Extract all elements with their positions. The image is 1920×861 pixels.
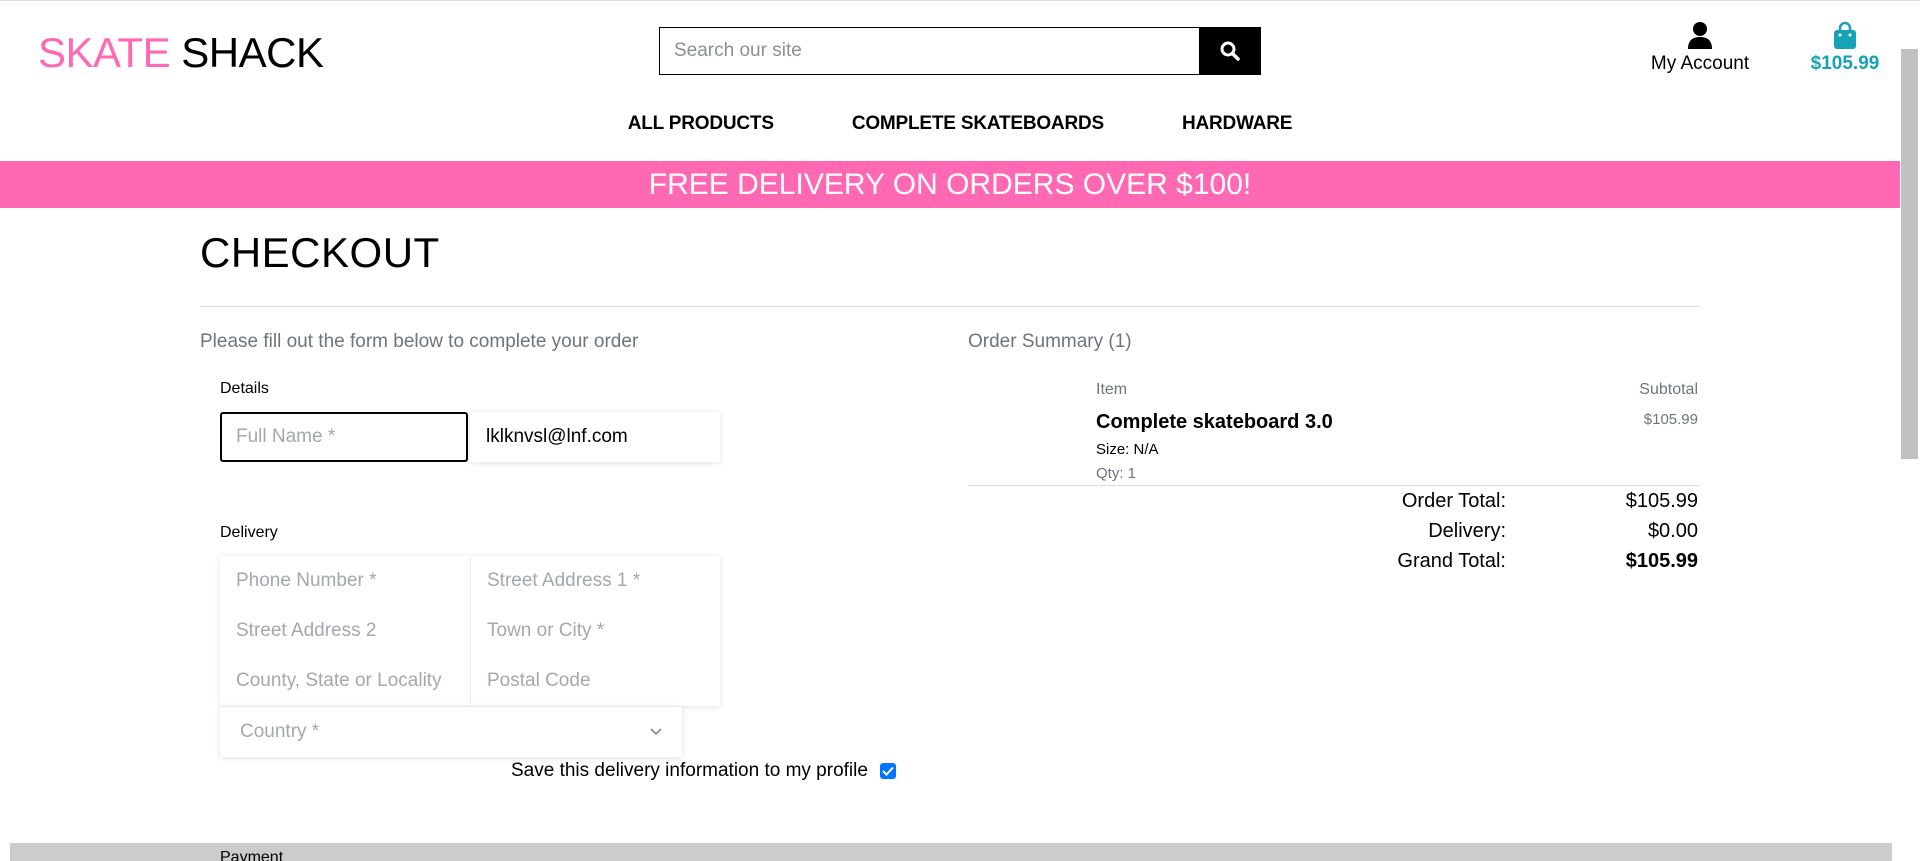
save-info-row: Save this delivery information to my pro… (511, 760, 896, 782)
summary-divider (968, 485, 1700, 486)
search-input[interactable] (659, 27, 1199, 75)
my-account-label: My Account (1650, 53, 1750, 74)
order-total-label: Order Total: (1401, 490, 1506, 512)
order-summary-title: Order Summary (1) (968, 331, 1132, 352)
grand-total-value: $105.99 (1625, 550, 1698, 572)
save-info-label: Save this delivery information to my pro… (511, 760, 868, 781)
item-size: Size: N/A (1096, 441, 1159, 458)
phone-field[interactable]: Phone Number * (220, 556, 470, 606)
postcode-field[interactable]: Postal Code (471, 656, 720, 706)
logo-shack: SHACK (181, 29, 324, 76)
checkout-intro: Please fill out the form below to comple… (200, 331, 639, 352)
search-button[interactable] (1199, 27, 1261, 75)
street-address-2-field[interactable]: Street Address 2 (220, 606, 470, 656)
bag-total: $105.99 (1810, 53, 1880, 74)
user-icon (1688, 22, 1712, 49)
page-title: CHECKOUT (200, 229, 440, 276)
checkmark-icon (882, 766, 894, 776)
item-qty: Qty: 1 (1096, 465, 1137, 482)
checkout-page: SKATE SHACK My Account $105.99 ALL PRODU… (0, 0, 1920, 861)
town-field[interactable]: Town or City * (471, 606, 720, 656)
logo-skate: SKATE (38, 29, 171, 76)
delivery-banner: FREE DELIVERY ON ORDERS OVER $100! (0, 161, 1900, 208)
search-form (659, 27, 1261, 75)
chevron-down-icon (650, 728, 662, 736)
delivery-value: $0.00 (1647, 520, 1698, 542)
main-nav: ALL PRODUCTS COMPLETE SKATEBOARDS HARDWA… (0, 113, 1920, 135)
details-legend: Details (220, 380, 269, 397)
save-info-checkbox[interactable] (879, 763, 896, 779)
my-account-link[interactable]: My Account (1642, 21, 1758, 75)
order-total-value: $105.99 (1625, 490, 1698, 512)
email-field[interactable]: lklknvsl@lnf.com (470, 412, 720, 462)
nav-all-products[interactable]: ALL PRODUCTS (628, 113, 774, 135)
delivery-label: Delivery: (1428, 520, 1506, 542)
field-divider (470, 556, 471, 706)
col-item-header: Item (1096, 381, 1128, 398)
delivery-fields: Phone Number * Street Address 1 * Street… (220, 556, 720, 706)
county-field[interactable]: County, State or Locality (220, 656, 470, 706)
title-divider (200, 306, 1700, 307)
delivery-legend: Delivery (220, 524, 278, 541)
site-logo[interactable]: SKATE SHACK (38, 29, 324, 77)
nav-complete-skateboards[interactable]: COMPLETE SKATEBOARDS (852, 113, 1104, 135)
shopping-bag-icon (1834, 21, 1856, 49)
nav-hardware[interactable]: HARDWARE (1182, 113, 1292, 135)
item-subtotal: $105.99 (1643, 411, 1698, 428)
country-select-value: Country * (240, 721, 320, 742)
item-name: Complete skateboard 3.0 (1096, 411, 1333, 433)
grand-total-label: Grand Total: (1397, 550, 1506, 572)
shopping-bag-link[interactable]: $105.99 (1800, 21, 1890, 75)
col-subtotal-header: Subtotal (1639, 381, 1698, 398)
payment-legend: Payment (220, 849, 284, 861)
street-address-1-field[interactable]: Street Address 1 * (471, 556, 720, 606)
scrollbar-thumb[interactable] (1901, 49, 1918, 459)
search-icon (1220, 41, 1240, 61)
bottom-bar (10, 843, 1892, 861)
full-name-field[interactable]: Full Name * (220, 412, 468, 462)
country-select[interactable]: Country * (220, 707, 682, 757)
